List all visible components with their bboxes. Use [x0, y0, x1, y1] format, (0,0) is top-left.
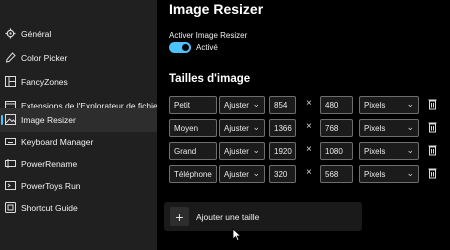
size-name-input[interactable]: Grand [169, 142, 217, 160]
sidebar-item-image-resizer[interactable]: Image Resizer [0, 108, 157, 132]
run-icon [5, 180, 16, 191]
sidebar-item-label: FancyZones [21, 77, 68, 87]
width-input[interactable]: 1920 [269, 142, 296, 160]
sidebar-item-general[interactable]: Général [0, 22, 157, 46]
chevron-down-icon: ⌄ [406, 168, 414, 178]
height-input[interactable]: 568 [320, 165, 353, 183]
chevron-down-icon: ⌄ [406, 99, 414, 109]
chevron-down-icon: ⌄ [252, 145, 260, 155]
gear-icon [5, 28, 16, 39]
sidebar-item-powertoys-run[interactable]: PowerToys Run [0, 174, 157, 198]
delete-icon[interactable] [428, 144, 437, 156]
delete-icon[interactable] [428, 167, 437, 179]
enable-toggle[interactable] [169, 42, 191, 53]
size-row: Téléphone Ajuster ⌄ 320 × 568 Pixels ⌄ [157, 165, 450, 185]
sidebar-item-powerrename[interactable]: PowerRename [0, 152, 157, 176]
sidebar-item-keyboard-manager[interactable]: Keyboard Manager [0, 130, 157, 154]
rename-icon [5, 158, 16, 169]
toggle-state-label: Activé [196, 43, 218, 52]
sidebar: Général Color Picker FancyZones Extensio… [0, 0, 165, 250]
height-input[interactable]: 480 [320, 96, 353, 114]
chevron-down-icon: ⌄ [406, 122, 414, 132]
plus-icon: + [170, 207, 189, 226]
fancyzones-icon [5, 76, 16, 87]
delete-icon[interactable] [428, 121, 437, 133]
size-row: Moyen Ajuster ⌄ 1366 × 768 Pixels ⌄ [157, 119, 450, 139]
sidebar-item-label: Général [21, 29, 52, 39]
section-title: Tailles d'image [169, 73, 251, 85]
size-row: Petit Ajuster ⌄ 854 × 480 Pixels ⌄ [157, 96, 450, 116]
times-icon: × [306, 144, 312, 155]
page-title: Image Resizer [169, 1, 264, 17]
sidebar-item-label: PowerRename [21, 159, 78, 169]
image-resizer-icon [5, 114, 16, 125]
delete-icon[interactable] [428, 98, 437, 110]
chevron-down-icon: ⌄ [252, 122, 260, 132]
width-input[interactable]: 1366 [269, 119, 296, 137]
unit-dropdown[interactable]: Pixels ⌄ [359, 119, 419, 137]
size-name-input[interactable]: Moyen [169, 119, 217, 137]
chevron-down-icon: ⌄ [406, 145, 414, 155]
sidebar-item-label: Keyboard Manager [21, 137, 94, 147]
sidebar-item-color-picker[interactable]: Color Picker [0, 46, 157, 70]
add-size-label: Ajouter une taille [196, 212, 260, 222]
shortcut-icon [5, 202, 16, 213]
fit-dropdown[interactable]: Ajuster ⌄ [219, 165, 265, 183]
fit-dropdown[interactable]: Ajuster ⌄ [219, 119, 265, 137]
main-panel: Image Resizer Activer Image Resizer Acti… [157, 0, 450, 250]
chevron-down-icon: ⌄ [252, 99, 260, 109]
sidebar-item-label: Color Picker [21, 53, 68, 63]
height-input[interactable]: 768 [320, 119, 353, 137]
size-name-input[interactable]: Petit [169, 96, 217, 114]
fit-dropdown[interactable]: Ajuster ⌄ [219, 142, 265, 160]
sidebar-item-label: PowerToys Run [21, 181, 81, 191]
unit-dropdown[interactable]: Pixels ⌄ [359, 142, 419, 160]
times-icon: × [306, 167, 312, 178]
chevron-down-icon: ⌄ [252, 168, 260, 178]
times-icon: × [306, 121, 312, 132]
color-picker-icon [5, 52, 16, 63]
width-input[interactable]: 320 [269, 165, 296, 183]
mouse-cursor-icon [232, 228, 242, 242]
unit-dropdown[interactable]: Pixels ⌄ [359, 165, 419, 183]
keyboard-icon [5, 136, 16, 147]
add-size-button[interactable]: + Ajouter une taille [164, 202, 362, 231]
unit-dropdown[interactable]: Pixels ⌄ [359, 96, 419, 114]
enable-label: Activer Image Resizer [169, 31, 248, 40]
sidebar-item-label: Image Resizer [21, 115, 76, 125]
width-input[interactable]: 854 [269, 96, 296, 114]
size-name-input[interactable]: Téléphone [169, 165, 217, 183]
sidebar-item-shortcut-guide[interactable]: Shortcut Guide [0, 196, 157, 220]
fit-dropdown[interactable]: Ajuster ⌄ [219, 96, 265, 114]
height-input[interactable]: 1080 [320, 142, 353, 160]
toggle-knob [182, 44, 189, 51]
size-row: Grand Ajuster ⌄ 1920 × 1080 Pixels ⌄ [157, 142, 450, 162]
times-icon: × [306, 98, 312, 109]
sidebar-item-label: Shortcut Guide [21, 203, 78, 213]
sidebar-item-fancyzones[interactable]: FancyZones [0, 70, 157, 94]
